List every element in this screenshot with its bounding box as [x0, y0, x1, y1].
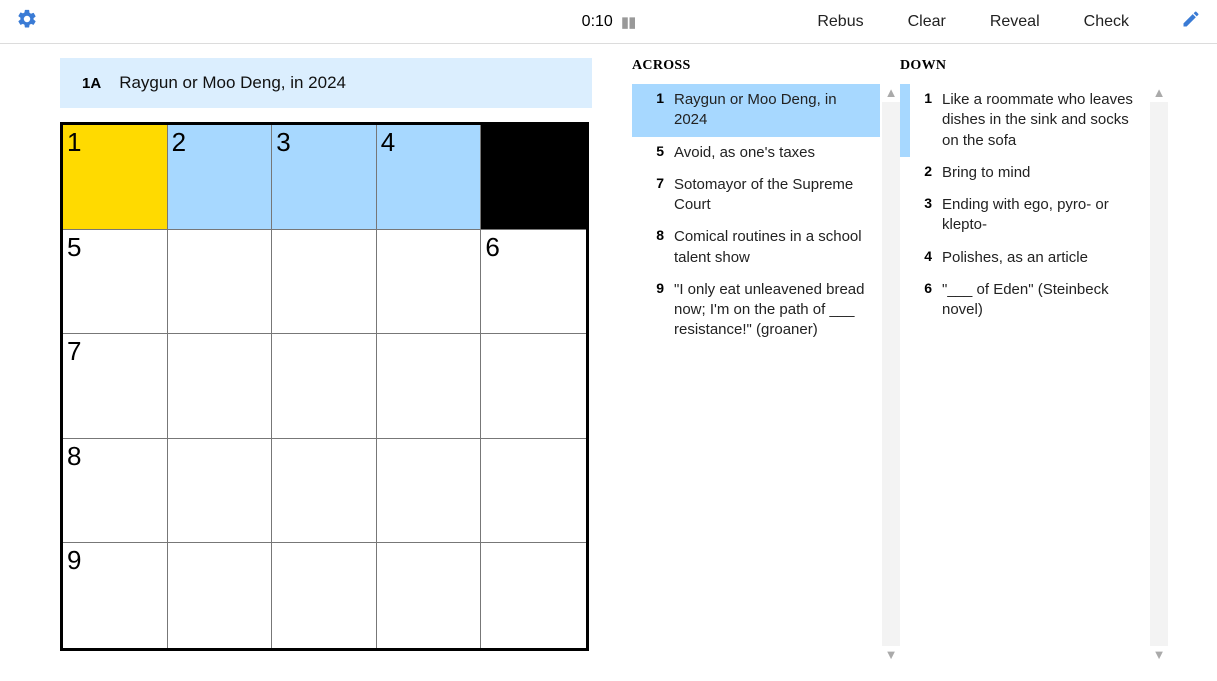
scroll-up-icon[interactable]: ▲ — [1150, 84, 1168, 102]
timer-value: 0:10 — [582, 13, 613, 31]
clue-number: 1 — [642, 90, 664, 131]
clue-number: 9 — [642, 280, 664, 341]
cell-number: 1 — [67, 127, 81, 158]
cell-number: 7 — [67, 336, 81, 367]
clue-item[interactable]: 1Raygun or Moo Deng, in 2024 — [632, 84, 880, 137]
clue-text: Avoid, as one's taxes — [674, 143, 815, 163]
grid-cell[interactable] — [168, 334, 273, 439]
grid-cell[interactable] — [168, 543, 273, 648]
down-title: DOWN — [900, 58, 1148, 74]
current-clue-label: 1A — [82, 75, 101, 92]
grid-cell[interactable] — [377, 230, 482, 335]
clue-item[interactable]: 2 Bring to mind — [900, 157, 1148, 189]
grid-cell[interactable] — [377, 334, 482, 439]
clue-item[interactable]: 4 Polishes, as an article — [900, 242, 1148, 274]
grid-cell[interactable]: 2 — [168, 125, 273, 230]
grid-cell[interactable]: 1 — [63, 125, 168, 230]
grid-cell[interactable] — [168, 230, 273, 335]
grid-cell[interactable] — [272, 439, 377, 544]
timer[interactable]: 0:10 ▮▮ — [582, 13, 636, 31]
clue-number: 7 — [642, 175, 664, 216]
across-title: ACROSS — [632, 58, 880, 74]
clue-text: "I only eat unleavened bread now; I'm on… — [674, 280, 872, 341]
grid-cell[interactable]: 3 — [272, 125, 377, 230]
grid-cell[interactable] — [377, 543, 482, 648]
grid-cell[interactable]: 7 — [63, 334, 168, 439]
main-area: 1A Raygun or Moo Deng, in 2024 1 2 3 4 5 6 7 8 9… — [0, 44, 1217, 664]
grid-cell[interactable] — [168, 439, 273, 544]
cell-number: 5 — [67, 232, 81, 263]
clue-number: 2 — [910, 163, 932, 183]
cell-number: 3 — [276, 127, 290, 158]
check-button[interactable]: Check — [1084, 13, 1129, 31]
current-clue-text: Raygun or Moo Deng, in 2024 — [119, 73, 346, 93]
clue-columns: ACROSS ▲ 1Raygun or Moo Deng, in 20245Av… — [632, 58, 1148, 664]
clue-text: Ending with ego, pyro- or klepto- — [942, 195, 1140, 236]
clue-number: 5 — [642, 143, 664, 163]
clue-text: Raygun or Moo Deng, in 2024 — [674, 90, 872, 131]
settings-icon[interactable] — [16, 8, 38, 35]
clue-text: Comical routines in a school talent show — [674, 227, 872, 268]
cell-number: 4 — [381, 127, 395, 158]
grid-cell — [481, 125, 586, 230]
puzzle-column: 1A Raygun or Moo Deng, in 2024 1 2 3 4 5 6 7 8 9 — [60, 58, 592, 664]
clue-text: Sotomayor of the Supreme Court — [674, 175, 872, 216]
scroll-track[interactable] — [882, 102, 900, 646]
scroll-down-icon[interactable]: ▼ — [1150, 646, 1168, 664]
cell-number: 6 — [485, 232, 499, 263]
down-column: DOWN ▲ 1Like a roommate who leaves dishe… — [900, 58, 1148, 664]
toolbar-actions: Rebus Clear Reveal Check — [817, 9, 1201, 34]
clue-item[interactable]: 5 Avoid, as one's taxes — [632, 137, 880, 169]
clue-item[interactable]: 3Ending with ego, pyro- or klepto- — [900, 189, 1148, 242]
grid-cell[interactable]: 6 — [481, 230, 586, 335]
grid-cell[interactable] — [272, 230, 377, 335]
grid-cell[interactable] — [272, 334, 377, 439]
clue-number: 8 — [642, 227, 664, 268]
clue-item[interactable]: 8Comical routines in a school talent sho… — [632, 221, 880, 274]
across-column: ACROSS ▲ 1Raygun or Moo Deng, in 20245Av… — [632, 58, 880, 664]
clue-number: 4 — [910, 248, 932, 268]
crossword-grid: 1 2 3 4 5 6 7 8 9 — [60, 122, 589, 651]
grid-cell[interactable]: 9 — [63, 543, 168, 648]
scroll-down-icon[interactable]: ▼ — [882, 646, 900, 664]
cell-number: 8 — [67, 441, 81, 472]
clue-number: 3 — [910, 195, 932, 236]
grid-cell[interactable] — [481, 439, 586, 544]
clue-item[interactable]: 9"I only eat unleavened bread now; I'm o… — [632, 274, 880, 347]
clear-button[interactable]: Clear — [908, 13, 946, 31]
clue-item[interactable]: 7Sotomayor of the Supreme Court — [632, 169, 880, 222]
across-clue-list: 1Raygun or Moo Deng, in 2024 5 Avoid, as o… — [632, 84, 880, 664]
grid-cell[interactable]: 8 — [63, 439, 168, 544]
clue-text: Bring to mind — [942, 163, 1030, 183]
clue-text: Like a roommate who leaves dishes in the… — [942, 90, 1140, 151]
grid-cell[interactable]: 4 — [377, 125, 482, 230]
pause-icon[interactable]: ▮▮ — [621, 13, 636, 31]
grid-cell[interactable] — [272, 543, 377, 648]
grid-cell[interactable]: 5 — [63, 230, 168, 335]
current-clue-bar[interactable]: 1A Raygun or Moo Deng, in 2024 — [60, 58, 592, 108]
reveal-button[interactable]: Reveal — [990, 13, 1040, 31]
clue-number: 6 — [910, 280, 932, 321]
clue-item[interactable]: 6"___ of Eden" (Steinbeck novel) — [900, 274, 1148, 327]
toolbar: 0:10 ▮▮ Rebus Clear Reveal Check — [0, 0, 1217, 44]
cell-number: 9 — [67, 545, 81, 576]
rebus-button[interactable]: Rebus — [817, 13, 863, 31]
clue-text: "___ of Eden" (Steinbeck novel) — [942, 280, 1140, 321]
scroll-track[interactable] — [1150, 102, 1168, 646]
clue-item[interactable]: 1Like a roommate who leaves dishes in th… — [900, 84, 1148, 157]
grid-cell[interactable] — [481, 334, 586, 439]
scroll-up-icon[interactable]: ▲ — [882, 84, 900, 102]
grid-cell[interactable] — [481, 543, 586, 648]
cell-number: 2 — [172, 127, 186, 158]
clue-text: Polishes, as an article — [942, 248, 1088, 268]
grid-cell[interactable] — [377, 439, 482, 544]
clue-number: 1 — [910, 90, 932, 151]
pencil-icon[interactable] — [1181, 9, 1201, 34]
down-clue-list: 1Like a roommate who leaves dishes in th… — [900, 84, 1148, 664]
